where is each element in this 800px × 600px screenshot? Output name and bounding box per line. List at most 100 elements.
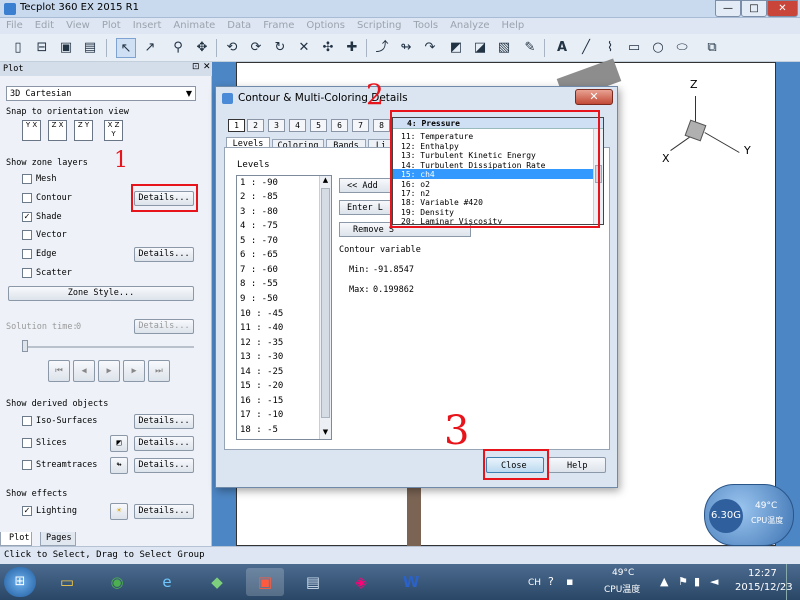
menu-help[interactable]: Help — [495, 18, 530, 31]
list-item[interactable]: 1 : -90 — [240, 178, 278, 188]
probe-icon[interactable]: ✚ — [342, 38, 362, 58]
menu-analyze[interactable]: Analyze — [444, 18, 495, 31]
chevron-up-icon[interactable]: ▲ — [660, 575, 668, 588]
tab-pages[interactable]: Pages — [40, 532, 76, 546]
edge-details-button[interactable]: Details... — [134, 247, 194, 262]
clock-time[interactable]: 12:27 — [748, 568, 777, 579]
iso-details-button[interactable]: Details... — [134, 414, 194, 429]
clock-date[interactable]: 2015/12/23 — [735, 582, 793, 593]
list-item[interactable]: 9 : -50 — [240, 294, 278, 304]
list-item[interactable]: 15 : -20 — [240, 381, 283, 391]
slice-icon[interactable]: ◪ — [470, 38, 490, 58]
streamtraces-checkbox[interactable] — [22, 460, 32, 470]
menu-data[interactable]: Data — [221, 18, 257, 31]
show-desktop-button[interactable] — [786, 564, 800, 600]
ie-icon[interactable]: e — [148, 568, 186, 596]
rectangle-icon[interactable]: ▭ — [624, 38, 644, 58]
language-indicator[interactable]: CH — [528, 578, 541, 588]
scroll-up-icon[interactable]: ▲ — [320, 176, 331, 187]
flag-tray-icon[interactable]: ⚑ — [678, 575, 688, 588]
enter-levels-button[interactable]: Enter L — [339, 200, 395, 215]
twist-icon[interactable]: ✕ — [294, 38, 314, 58]
menu-animate[interactable]: Animate — [167, 18, 221, 31]
adjust-icon[interactable]: ↗ — [140, 38, 160, 58]
text-icon[interactable]: A — [552, 38, 572, 58]
cpu-gadget[interactable]: 6.30G 49°C CPU温度 — [704, 484, 794, 546]
step-back-icon[interactable]: ◀ — [73, 360, 95, 382]
zoom-icon[interactable]: ⚲ — [168, 38, 188, 58]
contour-group-tab-7[interactable]: 7 — [352, 119, 369, 132]
first-frame-icon[interactable]: ⏮ — [48, 360, 70, 382]
shade-checkbox[interactable]: ✓ — [22, 212, 32, 222]
pin-icon[interactable]: ⊡ — [192, 62, 200, 72]
paintbrush-icon[interactable]: ✎ — [520, 38, 540, 58]
pencil-icon[interactable]: ▧ — [494, 38, 514, 58]
lighting-checkbox[interactable]: ✓ — [22, 506, 32, 516]
new-icon[interactable]: ▯ — [8, 38, 28, 58]
translate-xy-icon[interactable]: ✣ — [318, 38, 338, 58]
levels-list[interactable]: 1 : -90 2 : -85 3 : -80 4 : -75 5 : -70 … — [236, 175, 332, 440]
list-item[interactable]: 17 : -10 — [240, 410, 283, 420]
list-item[interactable]: 14 : -25 — [240, 367, 283, 377]
slices-details-button[interactable]: Details... — [134, 436, 194, 451]
save-icon[interactable]: ▣ — [56, 38, 76, 58]
list-item[interactable]: 16 : -15 — [240, 396, 283, 406]
chart-task-icon[interactable]: ◈ — [342, 568, 380, 596]
window-task-icon[interactable]: ▤ — [294, 568, 332, 596]
zone-style-button[interactable]: Zone Style... — [8, 286, 194, 301]
volume-mute-icon[interactable]: ◄ — [710, 575, 718, 588]
streamtrace-tool-icon[interactable]: ↬ — [110, 457, 128, 474]
contour-group-tab-3[interactable]: 3 — [268, 119, 285, 132]
contour-group-tab-1[interactable]: 1 — [228, 119, 245, 132]
rotate-icon[interactable]: ⟲ — [222, 38, 242, 58]
solution-details-button[interactable]: Details... — [134, 319, 194, 334]
menu-insert[interactable]: Insert — [127, 18, 168, 31]
tab-plot[interactable]: Plot — [0, 532, 32, 546]
start-button[interactable]: ⊞ — [4, 567, 36, 597]
menu-options[interactable]: Options — [300, 18, 351, 31]
explorer-icon[interactable]: ▭ — [48, 568, 86, 596]
minimize-button[interactable]: — — [715, 0, 741, 17]
add-level-button[interactable]: << Add — [339, 178, 395, 193]
menu-frame[interactable]: Frame — [257, 18, 300, 31]
contour-group-tab-6[interactable]: 6 — [331, 119, 348, 132]
panel-close-icon[interactable]: ✕ — [203, 62, 211, 72]
chrome-icon[interactable]: ◉ — [98, 568, 136, 596]
list-item[interactable]: 13 : -30 — [240, 352, 283, 362]
polyline-icon[interactable]: ⌇ — [600, 38, 620, 58]
probe-line-icon[interactable]: ↬ — [396, 38, 416, 58]
vector-checkbox[interactable] — [22, 230, 32, 240]
contour-group-tab-8[interactable]: 8 — [373, 119, 390, 132]
line-icon[interactable]: ╱ — [576, 38, 596, 58]
step-forward-icon[interactable]: ▶ — [123, 360, 145, 382]
slice-tool-icon[interactable]: ◩ — [110, 435, 128, 452]
print-icon[interactable]: ▤ — [80, 38, 100, 58]
scatter-checkbox[interactable] — [22, 268, 32, 278]
orient-yx-button[interactable]: Y X — [22, 120, 41, 141]
ellipse-icon[interactable]: ⬭ — [672, 38, 692, 58]
network-tray-icon[interactable]: ▪ — [566, 575, 573, 588]
orient-zy-button[interactable]: Z Y — [74, 120, 93, 141]
play-icon[interactable]: ▶ — [98, 360, 120, 382]
iso-surfaces-checkbox[interactable] — [22, 416, 32, 426]
translate-icon[interactable]: ✥ — [192, 38, 212, 58]
help-tray-icon[interactable]: ? — [548, 575, 554, 588]
list-item[interactable]: 7 : -60 — [240, 265, 278, 275]
contour-group-tab-5[interactable]: 5 — [310, 119, 327, 132]
list-item[interactable]: 10 : -45 — [240, 309, 283, 319]
plot-type-select[interactable]: 3D Cartesian ▼ — [6, 86, 196, 101]
list-item[interactable]: 2 : -85 — [240, 192, 278, 202]
lighting-details-button[interactable]: Details... — [134, 504, 194, 519]
probe-at-icon[interactable]: ⤴ — [372, 38, 392, 58]
app-drop-icon[interactable]: ◆ — [198, 568, 236, 596]
time-slider-thumb[interactable] — [22, 340, 28, 352]
scroll-down-icon[interactable]: ▼ — [320, 428, 331, 439]
slices-checkbox[interactable] — [22, 438, 32, 448]
orient-xzy-button[interactable]: X Z Y — [104, 120, 123, 141]
levels-scrollbar[interactable]: ▲ ▼ — [319, 176, 331, 439]
time-slider[interactable] — [22, 346, 194, 348]
menu-plot[interactable]: Plot — [96, 18, 127, 31]
list-item[interactable]: 4 : -75 — [240, 221, 278, 231]
circle-icon[interactable]: ○ — [648, 38, 668, 58]
list-item[interactable]: 18 : -5 — [240, 425, 278, 435]
